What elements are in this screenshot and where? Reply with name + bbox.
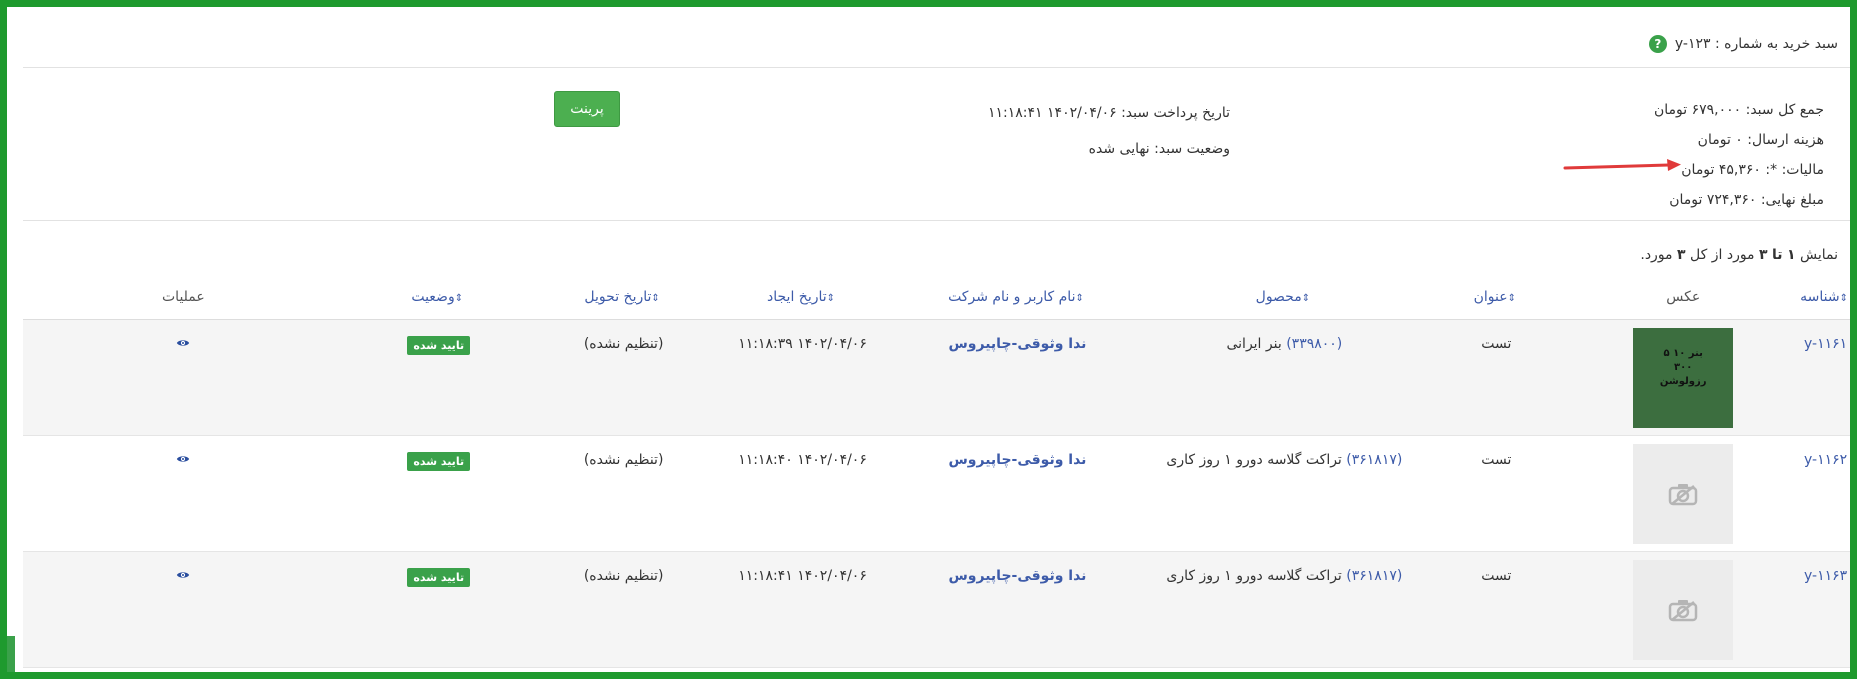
row-product: (۳۶۱۸۱۷) تراکت گلاسه دورو ۱ روز کاری: [1143, 435, 1426, 552]
product-code-link[interactable]: (۳۶۱۸۱۷): [1346, 568, 1402, 584]
row-actions: [23, 319, 344, 436]
row-user[interactable]: ندا وثوقی-چاپیروس: [891, 319, 1144, 436]
cart-status: وضعیت سبد: نهایی شده: [1088, 141, 1230, 157]
question-circle-icon[interactable]: ?: [1648, 35, 1667, 53]
sort-icon: ⇕: [826, 293, 836, 304]
user-link[interactable]: ندا وثوقی-چاپیروس: [948, 568, 1086, 584]
column-title[interactable]: ⇕عنوان: [1425, 275, 1568, 320]
column-actions: عملیات: [23, 275, 344, 320]
row-created: ۱۴۰۲/۰۴/۰۶ ۱۱:۱۸:۴۰: [713, 435, 892, 552]
sort-icon: ⇕: [1301, 293, 1311, 304]
row-title: تست: [1425, 551, 1568, 668]
row-id: y-۱۱۶۲: [1799, 435, 1850, 552]
row-status: تایید شده: [343, 551, 534, 668]
shipping-cost: هزینه ارسال: ۰ تومان: [1697, 132, 1824, 148]
sort-icon: ⇕: [1075, 293, 1084, 304]
camera-off-icon[interactable]: [1633, 444, 1734, 544]
cart-meta: تاریخ پرداخت سبد: ۱۴۰۲/۰۴/۰۶ ۱۱:۱۸:۴۱ وض…: [988, 95, 1230, 167]
results-count: نمایش ۱ تا ۳ مورد از کل ۳ مورد.: [1640, 247, 1838, 263]
column-product[interactable]: ⇕محصول: [1143, 275, 1426, 320]
cart-items-table: ⇕شناسه عکس ⇕عنوان ⇕محصول ⇕نام کاربر و نا…: [23, 275, 1850, 668]
table-row: y-۱۱۶۳ تست (۳۶۱۸۱۷) تراکت گلاسه دورو ۱ ر…: [23, 551, 1850, 668]
sort-icon: ⇕: [1507, 293, 1516, 304]
user-link[interactable]: ندا وثوقی-چاپیروس: [948, 452, 1086, 468]
row-created: ۱۴۰۲/۰۴/۰۶ ۱۱:۱۸:۳۹: [713, 319, 892, 436]
sort-icon: ⇕: [651, 293, 660, 304]
product-code-link[interactable]: (۳۳۹۸۰۰): [1286, 336, 1342, 352]
camera-off-icon[interactable]: [1633, 560, 1734, 660]
status-badge: تایید شده: [407, 336, 471, 355]
page-frame: سبد خرید به شماره : y-۱۲۳ ? جمع کل سبد: …: [7, 7, 1850, 672]
table-row: y-۱۱۶۱ بنر ۱۰ ۵ ۳۰۰ رزولوشن تست (۳۳۹۸۰۰)…: [23, 319, 1850, 436]
divider: [23, 67, 1850, 68]
row-created: ۱۴۰۲/۰۴/۰۶ ۱۱:۱۸:۴۱: [713, 551, 892, 668]
row-product: (۳۳۹۸۰۰) بنر ایرانی: [1143, 319, 1426, 436]
payment-date: تاریخ پرداخت سبد: ۱۴۰۲/۰۴/۰۶ ۱۱:۱۸:۴۱: [988, 105, 1230, 121]
row-photo[interactable]: [1567, 435, 1800, 552]
row-title: تست: [1425, 319, 1568, 436]
eye-icon[interactable]: [176, 452, 190, 466]
cart-summary: جمع کل سبد: ۶۷۹,۰۰۰ تومان هزینه ارسال: ۰…: [1654, 95, 1824, 215]
print-button[interactable]: پرینت: [554, 91, 620, 127]
user-link[interactable]: ندا وثوقی-چاپیروس: [948, 336, 1086, 352]
status-badge: تایید شده: [407, 568, 471, 587]
row-delivery: (تنظیم نشده): [533, 319, 714, 436]
row-delivery: (تنظیم نشده): [533, 551, 714, 668]
column-status[interactable]: ⇕وضعیت: [343, 275, 534, 320]
sort-icon: ⇕: [1839, 293, 1848, 304]
divider: [23, 220, 1850, 221]
cart-panel: سبد خرید به شماره : y-۱۲۳ ? جمع کل سبد: …: [23, 7, 1850, 672]
row-actions: [23, 551, 344, 668]
column-id[interactable]: ⇕شناسه: [1799, 275, 1850, 320]
cart-title: سبد خرید به شماره : y-۱۲۳: [1674, 36, 1838, 52]
product-code-link[interactable]: (۳۶۱۸۱۷): [1346, 452, 1402, 468]
eye-icon[interactable]: [176, 568, 190, 582]
row-status: تایید شده: [343, 319, 534, 436]
column-user[interactable]: ⇕نام کاربر و نام شرکت: [891, 275, 1144, 320]
eye-icon[interactable]: [176, 336, 190, 350]
row-photo[interactable]: بنر ۱۰ ۵ ۳۰۰ رزولوشن: [1567, 319, 1800, 436]
row-id: y-۱۱۶۱: [1799, 319, 1850, 436]
column-delivery[interactable]: ⇕تاریخ تحویل: [533, 275, 714, 320]
row-product: (۳۶۱۸۱۷) تراکت گلاسه دورو ۱ روز کاری: [1143, 551, 1426, 668]
sort-icon: ⇕: [454, 293, 464, 304]
cart-total: جمع کل سبد: ۶۷۹,۰۰۰ تومان: [1653, 102, 1824, 118]
row-id: y-۱۱۶۳: [1799, 551, 1850, 668]
row-delivery: (تنظیم نشده): [533, 435, 714, 552]
product-thumbnail[interactable]: بنر ۱۰ ۵ ۳۰۰ رزولوشن: [1633, 328, 1734, 428]
final-amount: مبلغ نهایی: ۷۲۴,۳۶۰ تومان: [1669, 192, 1824, 208]
column-created[interactable]: ⇕تاریخ ایجاد: [713, 275, 892, 320]
row-user[interactable]: ندا وثوقی-چاپیروس: [891, 551, 1144, 668]
column-photo: عکس: [1567, 275, 1800, 320]
row-user[interactable]: ندا وثوقی-چاپیروس: [891, 435, 1144, 552]
table-header: ⇕شناسه عکس ⇕عنوان ⇕محصول ⇕نام کاربر و نا…: [23, 275, 1850, 320]
status-badge: تایید شده: [407, 452, 471, 471]
red-arrow-annotation: [1563, 159, 1681, 171]
row-actions: [23, 435, 344, 552]
row-status: تایید شده: [343, 435, 534, 552]
row-photo[interactable]: [1567, 551, 1800, 668]
row-title: تست: [1425, 435, 1568, 552]
cart-header: سبد خرید به شماره : y-۱۲۳ ?: [1648, 29, 1838, 59]
table-row: y-۱۱۶۲ تست (۳۶۱۸۱۷) تراکت گلاسه دورو ۱ ر…: [23, 435, 1850, 552]
side-tab[interactable]: [7, 636, 15, 672]
